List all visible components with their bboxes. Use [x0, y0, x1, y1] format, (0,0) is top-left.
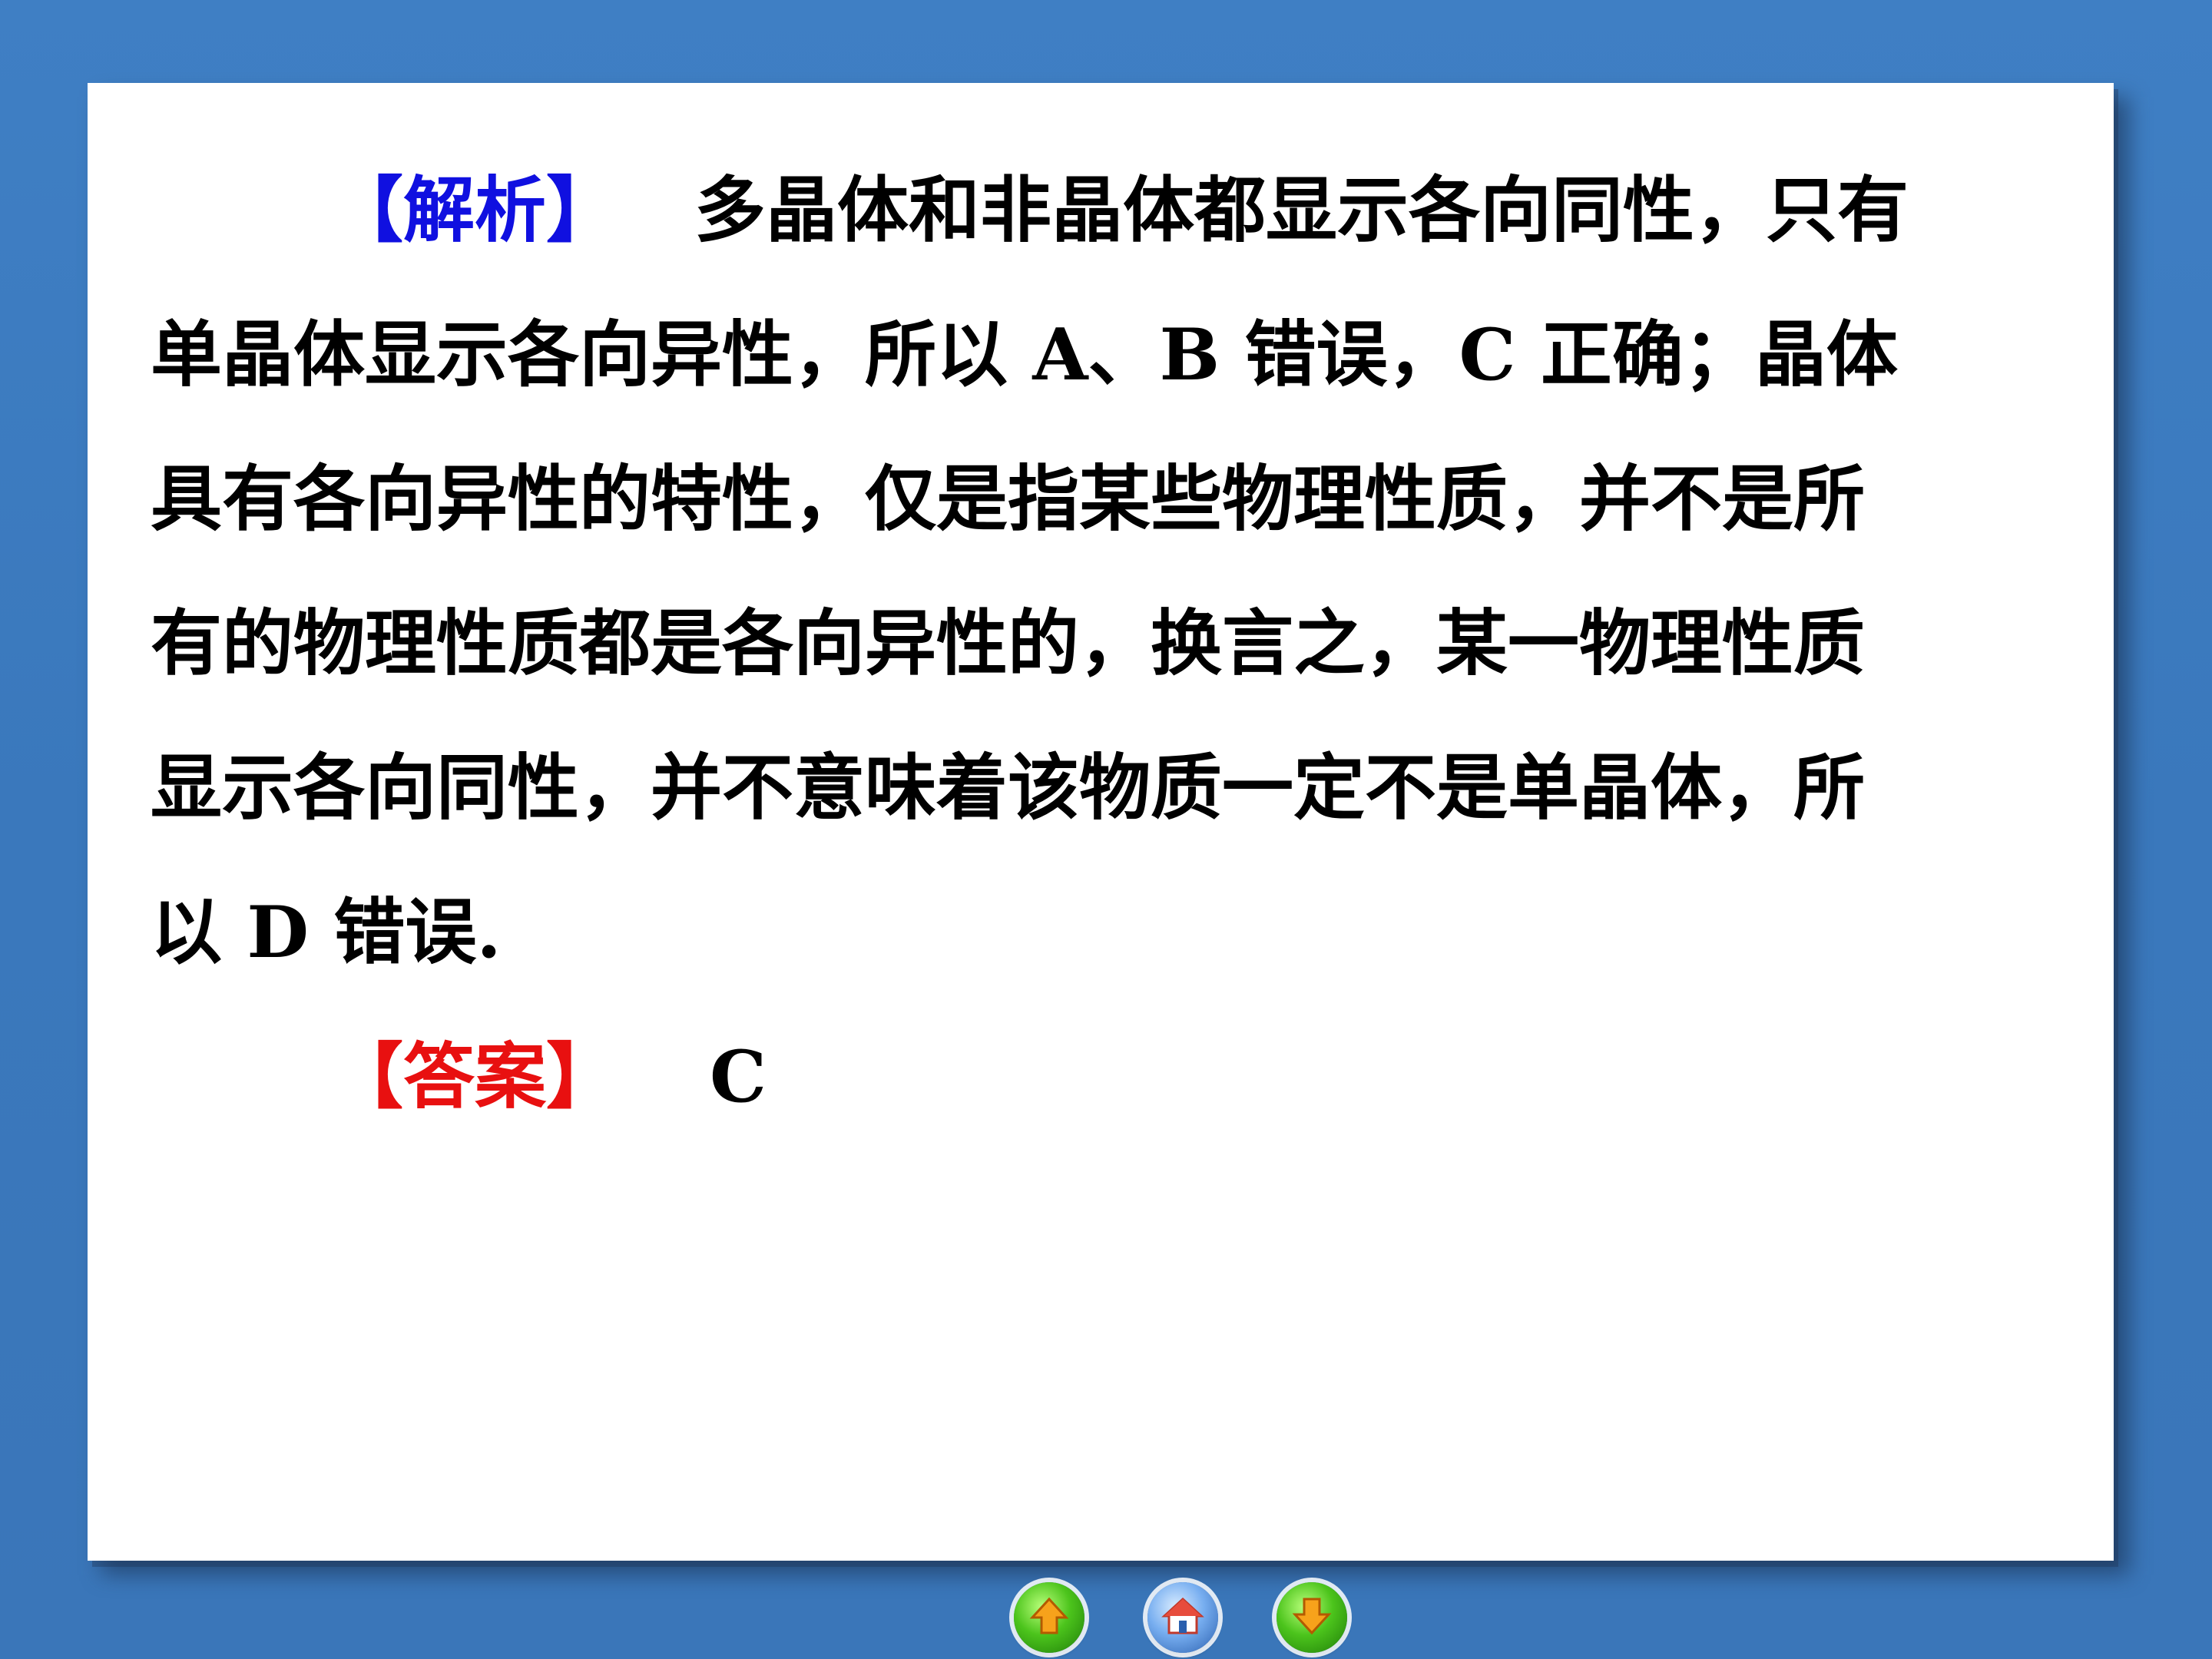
navigation-bar: [0, 1582, 2212, 1659]
analysis-paragraph: 【解析】 多晶体和非晶体都显示各向同性，只有 单晶体显示各向异性，所以 A、B 错…: [151, 138, 1909, 1005]
down-arrow-icon: [1292, 1598, 1332, 1635]
slide-background: 【解析】 多晶体和非晶体都显示各向同性，只有 单晶体显示各向异性，所以 A、B 错…: [0, 0, 2212, 1659]
answer-line: 【答案】 C: [151, 1005, 1892, 1149]
analysis-line-3: 具有各向异性的特性，仅是指某些物理性质，并不是所: [151, 457, 1865, 541]
analysis-text-1: 多晶体和非晶体都显示各向同性，只有: [694, 168, 1909, 252]
analysis-tag: 【解析】: [332, 168, 618, 252]
home-icon: [1161, 1597, 1204, 1634]
analysis-line-5: 显示各向同性，并不意味着该物质一定不是单晶体，所: [151, 746, 1865, 830]
analysis-line-6: 以 D 错误.: [151, 890, 502, 974]
answer-paragraph: 【答案】 C: [151, 1005, 1892, 1149]
next-slide-button[interactable]: [1277, 1582, 1347, 1653]
previous-slide-button[interactable]: [1014, 1582, 1084, 1653]
answer-value: C: [710, 1035, 767, 1118]
home-button[interactable]: [1147, 1582, 1218, 1653]
answer-tag: 【答案】: [332, 1035, 618, 1118]
up-arrow-icon: [1029, 1597, 1069, 1634]
analysis-line-2: 单晶体显示各向异性，所以 A、B 错误，C 正确；晶体: [151, 313, 1898, 396]
analysis-line-1: 【解析】 多晶体和非晶体都显示各向同性，只有: [151, 138, 1909, 283]
analysis-line-4: 有的物理性质都是各向异性的，换言之，某一物理性质: [151, 601, 1865, 685]
slide-content: 【解析】 多晶体和非晶体都显示各向同性，只有 单晶体显示各向异性，所以 A、B 错…: [151, 138, 1909, 1149]
